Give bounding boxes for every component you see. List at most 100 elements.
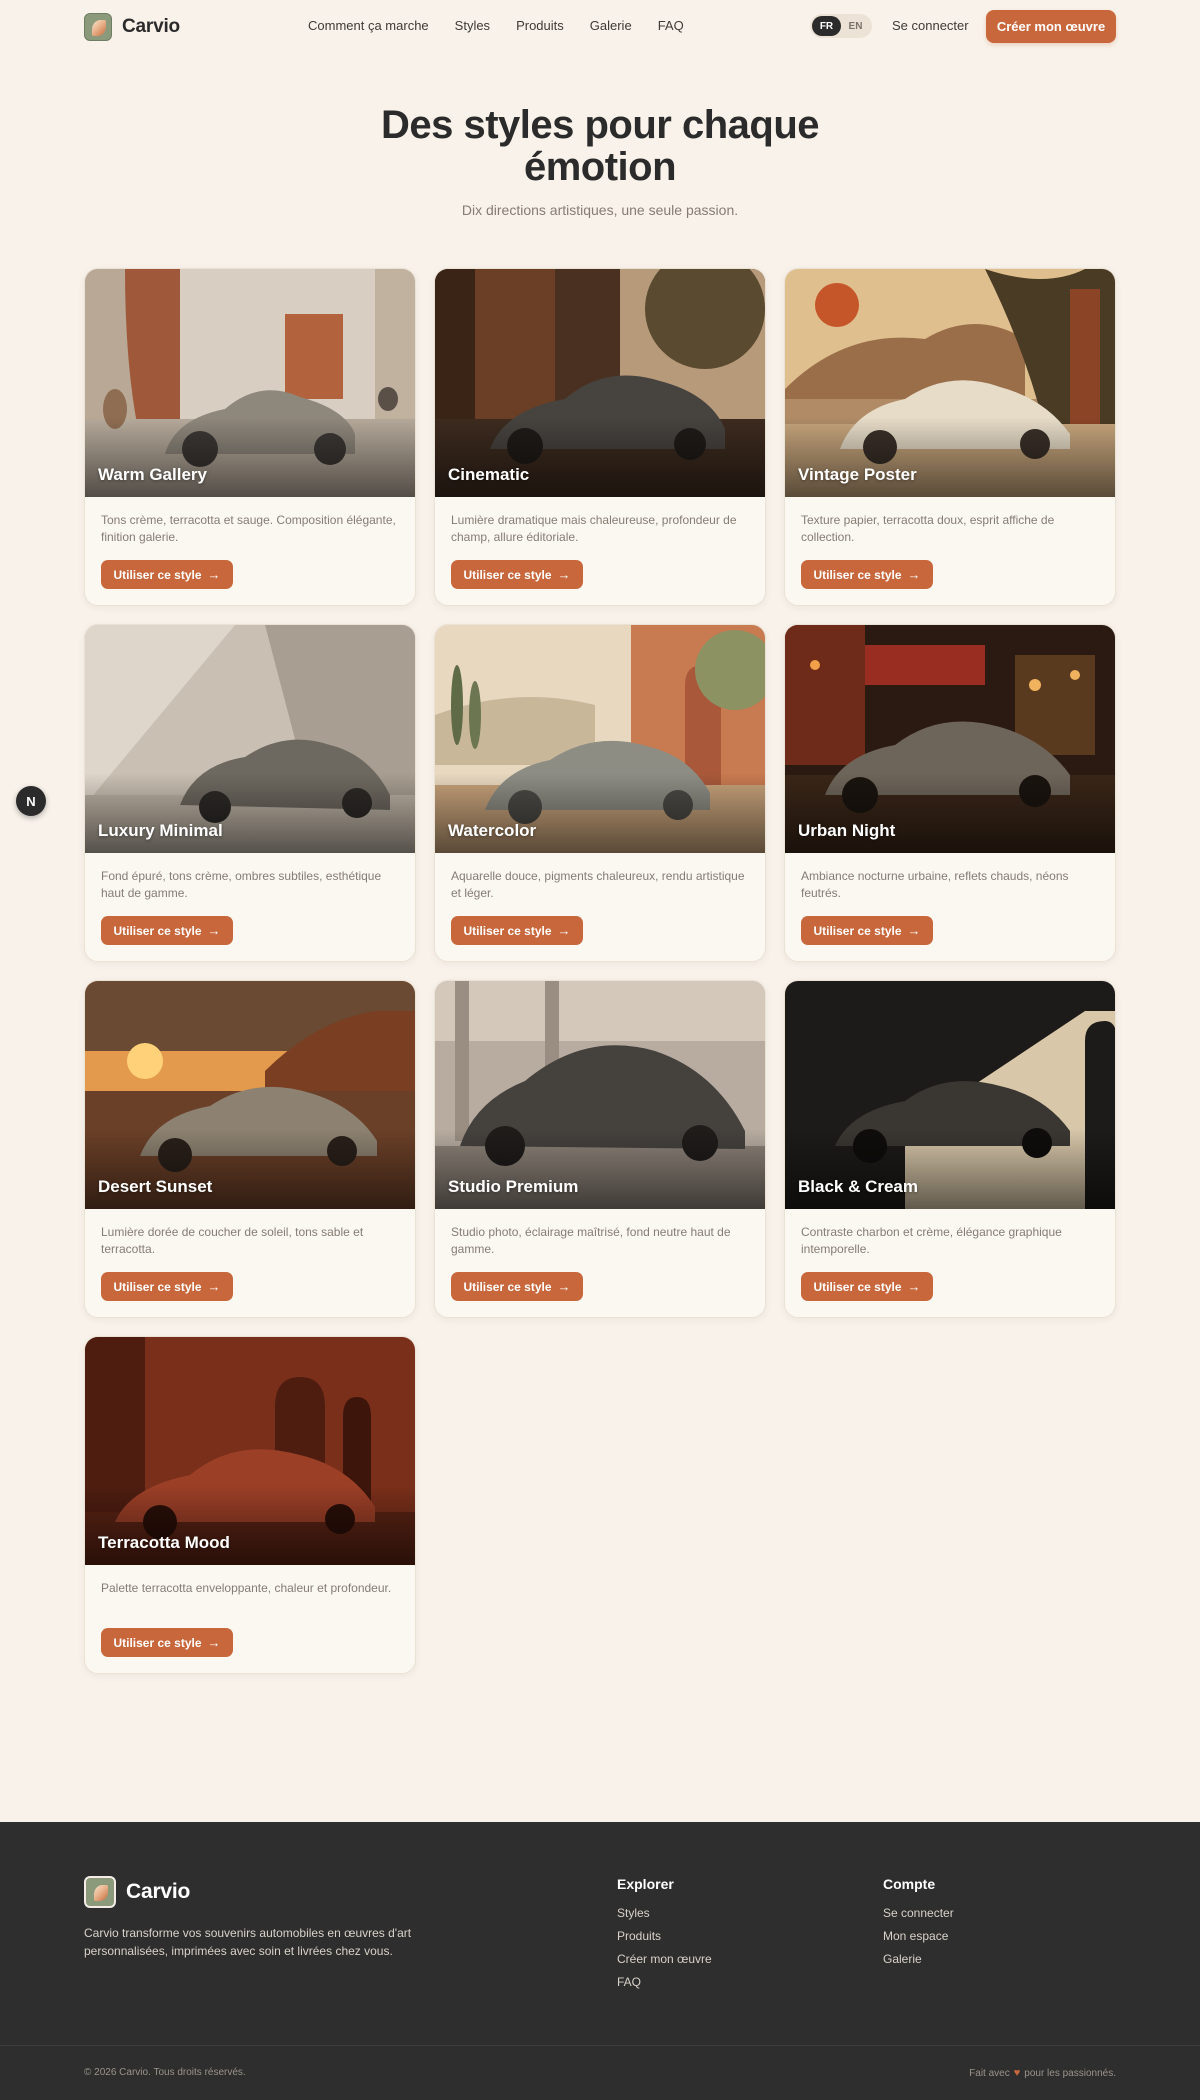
style-title: Cinematic xyxy=(448,465,530,484)
use-style-button[interactable]: Utiliser ce style → xyxy=(101,1272,233,1301)
footer-link-gallery[interactable]: Galerie xyxy=(883,1952,954,1966)
style-image xyxy=(85,1337,415,1565)
site-header: Carvio Comment ça marche Styles Produits… xyxy=(0,0,1200,54)
lang-fr[interactable]: FR xyxy=(812,16,841,36)
footer-link-products[interactable]: Produits xyxy=(617,1929,712,1943)
style-description: Studio photo, éclairage maîtrisé, fond n… xyxy=(451,1225,731,1256)
arrow-right-icon: → xyxy=(907,567,921,582)
style-title: Warm Gallery xyxy=(98,465,207,484)
style-image xyxy=(85,981,415,1209)
use-style-button[interactable]: Utiliser ce style → xyxy=(801,1272,933,1301)
use-style-button[interactable]: Utiliser ce style → xyxy=(451,916,583,945)
heart-icon: ♥ xyxy=(1013,2067,1021,2079)
page-subtitle: Dix directions artistiques, une seule pa… xyxy=(461,202,739,218)
signin-link[interactable]: Se connecter xyxy=(892,18,969,33)
arrow-right-icon: → xyxy=(207,1279,221,1294)
use-style-button[interactable]: Utiliser ce style → xyxy=(451,560,583,589)
footer-account-title: Compte xyxy=(883,1876,936,1892)
footer-divider xyxy=(0,2045,1200,2046)
use-style-button[interactable]: Utiliser ce style → xyxy=(101,1628,233,1657)
footer-brand-name: Carvio xyxy=(126,1880,191,1903)
style-card: Warm Gallery Tons crème, terracotta et s… xyxy=(84,268,416,606)
use-style-button[interactable]: Utiliser ce style → xyxy=(451,1272,583,1301)
style-description: Fond épuré, tons crème, ombres subtiles,… xyxy=(101,869,382,900)
style-description: Aquarelle douce, pigments chaleureux, re… xyxy=(451,869,745,900)
use-style-label: Utiliser ce style xyxy=(113,567,202,582)
lang-en[interactable]: EN xyxy=(841,16,870,36)
style-description: Ambiance nocturne urbaine, reflets chaud… xyxy=(801,869,1069,900)
style-title: Black & Cream xyxy=(798,1177,919,1196)
arrow-right-icon: → xyxy=(557,923,571,938)
style-image xyxy=(435,269,765,497)
style-card: Watercolor Aquarelle douce, pigments cha… xyxy=(434,624,766,962)
use-style-button[interactable]: Utiliser ce style → xyxy=(101,560,233,589)
brand-logo[interactable]: Carvio xyxy=(84,13,180,41)
style-card: Black & Cream Contraste charbon et crème… xyxy=(784,980,1116,1318)
style-title: Luxury Minimal xyxy=(98,821,223,840)
style-card: Cinematic Lumière dramatique mais chaleu… xyxy=(434,268,766,606)
site-footer: Carvio Carvio transforme vos souvenirs a… xyxy=(0,1822,1200,2100)
style-image xyxy=(85,269,415,497)
use-style-button[interactable]: Utiliser ce style → xyxy=(801,560,933,589)
footer-explore-column: Explorer Styles Produits Créer mon œuvre… xyxy=(617,1876,712,1998)
style-title: Studio Premium xyxy=(448,1177,579,1196)
style-card: Desert Sunset Lumière dorée de coucher d… xyxy=(84,980,416,1318)
arrow-right-icon: → xyxy=(557,567,571,582)
style-image xyxy=(435,981,765,1209)
footer-link-signin[interactable]: Se connecter xyxy=(883,1906,954,1920)
create-artwork-button[interactable]: Créer mon œuvre xyxy=(986,10,1116,43)
main-nav: Comment ça marche Styles Produits Galeri… xyxy=(308,18,710,33)
use-style-label: Utiliser ce style xyxy=(463,1279,552,1294)
use-style-label: Utiliser ce style xyxy=(813,1279,902,1294)
footer-account-column: Compte Se connecter Mon espace Galerie xyxy=(883,1876,954,1975)
made-prefix: Fait avec xyxy=(969,2067,1010,2079)
use-style-label: Utiliser ce style xyxy=(463,923,552,938)
nav-products[interactable]: Produits xyxy=(516,18,564,33)
use-style-button[interactable]: Utiliser ce style → xyxy=(101,916,233,945)
style-image xyxy=(785,625,1115,853)
nav-how-it-works[interactable]: Comment ça marche xyxy=(308,18,429,33)
nav-styles[interactable]: Styles xyxy=(455,18,490,33)
nav-gallery[interactable]: Galerie xyxy=(590,18,632,33)
nav-faq[interactable]: FAQ xyxy=(658,18,684,33)
style-description: Lumière dorée de coucher de soleil, tons… xyxy=(101,1225,364,1256)
language-toggle: FR EN xyxy=(810,14,872,38)
style-description: Palette terracotta enveloppante, chaleur… xyxy=(101,1581,392,1595)
use-style-label: Utiliser ce style xyxy=(813,923,902,938)
style-card: Terracotta Mood Palette terracotta envel… xyxy=(84,1336,416,1674)
made-suffix: pour les passionnés. xyxy=(1024,2067,1116,2079)
footer-made-with: Fait avec ♥ pour les passionnés. xyxy=(969,2067,1116,2079)
arrow-right-icon: → xyxy=(207,923,221,938)
footer-link-faq[interactable]: FAQ xyxy=(617,1975,712,1989)
style-title: Watercolor xyxy=(448,821,537,840)
style-description: Texture papier, terracotta doux, esprit … xyxy=(801,513,1055,544)
leaf-logo-icon xyxy=(84,13,112,41)
style-card: Luxury Minimal Fond épuré, tons crème, o… xyxy=(84,624,416,962)
footer-brand-logo[interactable]: Carvio xyxy=(84,1876,190,1908)
page-title: Des styles pour chaque émotion xyxy=(380,103,820,189)
arrow-right-icon: → xyxy=(207,1635,221,1650)
leaf-logo-icon xyxy=(84,1876,116,1908)
style-description: Lumière dramatique mais chaleureuse, pro… xyxy=(451,513,737,544)
footer-description: Carvio transforme vos souvenirs automobi… xyxy=(84,1926,412,1958)
style-image xyxy=(85,625,415,853)
style-card: Studio Premium Studio photo, éclairage m… xyxy=(434,980,766,1318)
footer-copyright: © 2026 Carvio. Tous droits réservés. xyxy=(84,2067,246,2078)
style-title: Urban Night xyxy=(798,821,896,840)
style-title: Terracotta Mood xyxy=(98,1533,230,1552)
footer-link-my-space[interactable]: Mon espace xyxy=(883,1929,954,1943)
use-style-button[interactable]: Utiliser ce style → xyxy=(801,916,933,945)
use-style-label: Utiliser ce style xyxy=(113,1635,202,1650)
floating-dev-badge[interactable]: N xyxy=(16,786,46,816)
arrow-right-icon: → xyxy=(907,1279,921,1294)
style-image xyxy=(785,269,1115,497)
brand-name: Carvio xyxy=(122,16,180,37)
style-title: Desert Sunset xyxy=(98,1177,213,1196)
style-description: Tons crème, terracotta et sauge. Composi… xyxy=(101,513,396,544)
style-description: Contraste charbon et crème, élégance gra… xyxy=(801,1225,1062,1256)
footer-link-create[interactable]: Créer mon œuvre xyxy=(617,1952,712,1966)
use-style-label: Utiliser ce style xyxy=(113,1279,202,1294)
footer-link-styles[interactable]: Styles xyxy=(617,1906,712,1920)
style-card: Urban Night Ambiance nocturne urbaine, r… xyxy=(784,624,1116,962)
arrow-right-icon: → xyxy=(207,567,221,582)
